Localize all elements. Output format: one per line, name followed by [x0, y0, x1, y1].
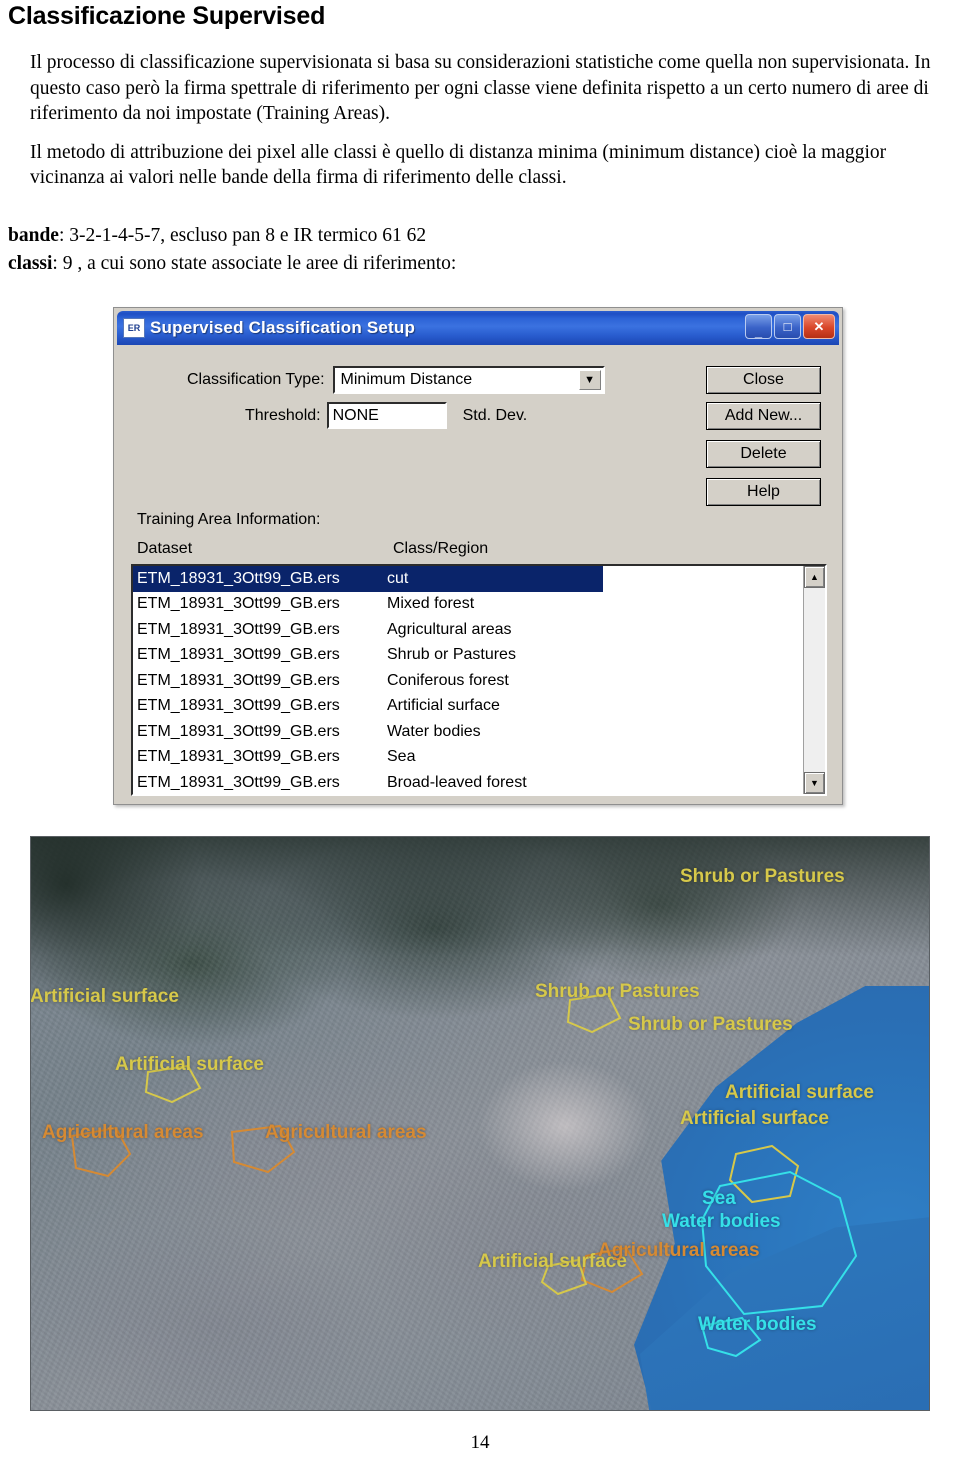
table-row[interactable]: ETM_18931_3Ott99_GB.ers Agricultural area…	[133, 617, 803, 643]
scrollbar-track[interactable]	[804, 588, 825, 772]
satellite-label: Agricultural areas	[42, 1122, 204, 1143]
supervised-classification-dialog: ER Supervised Classification Setup _ □ ✕…	[113, 307, 843, 805]
satellite-image: Shrub or Pastures Artificial surface Shrub…	[30, 836, 930, 1411]
close-window-button[interactable]: ✕	[803, 314, 835, 339]
cell-class-region: Mixed forest	[387, 595, 475, 613]
training-area-list-body[interactable]: ETM_18931_3Ott99_GB.ers cut ETM_18931_3Ott…	[133, 566, 803, 794]
table-row[interactable]: ETM_18931_3Ott99_GB.ers Sea	[133, 745, 803, 771]
satellite-label: Water bodies	[662, 1211, 781, 1232]
classi-value: : 9 , a cui sono state associate le aree…	[52, 253, 457, 274]
threshold-label: Threshold:	[245, 406, 321, 424]
cell-dataset: ETM_18931_3Ott99_GB.ers	[137, 671, 340, 689]
cell-dataset: ETM_18931_3Ott99_GB.ers	[137, 595, 340, 613]
satellite-label: Water bodies	[698, 1314, 817, 1335]
table-row[interactable]: ETM_18931_3Ott99_GB.ers Broad-leaved fore…	[133, 770, 803, 794]
cell-class-region: cut	[387, 569, 409, 587]
minimize-icon: _	[754, 324, 763, 339]
satellite-label: Artificial surface	[30, 986, 179, 1007]
cell-dataset: ETM_18931_3Ott99_GB.ers	[137, 748, 340, 766]
table-row[interactable]: ETM_18931_3Ott99_GB.ers Artificial surfac…	[133, 694, 803, 720]
cell-class-region: Broad-leaved forest	[387, 773, 527, 791]
page-title: Classificazione Supervised	[8, 2, 326, 30]
window-controls: _ □ ✕	[745, 314, 835, 339]
cell-dataset: ETM_18931_3Ott99_GB.ers	[137, 620, 340, 638]
cell-dataset: ETM_18931_3Ott99_GB.ers	[137, 569, 340, 587]
close-icon: ✕	[813, 319, 825, 334]
table-row[interactable]: ETM_18931_3Ott99_GB.ers cut	[133, 566, 603, 592]
table-row[interactable]: ETM_18931_3Ott99_GB.ers Shrub or Pastures	[133, 643, 803, 669]
classi-label: classi	[8, 253, 53, 274]
classification-type-value: Minimum Distance	[340, 371, 473, 388]
help-button[interactable]: Help	[706, 478, 821, 506]
cell-dataset: ETM_18931_3Ott99_GB.ers	[137, 697, 340, 715]
maximize-button[interactable]: □	[774, 314, 801, 339]
cell-class-region: Agricultural areas	[387, 620, 512, 638]
satellite-label: Shrub or Pastures	[680, 866, 845, 887]
threshold-value: NONE	[332, 406, 379, 424]
training-area-section-label: Training Area Information:	[137, 511, 321, 528]
table-row[interactable]: ETM_18931_3Ott99_GB.ers Mixed forest	[133, 592, 803, 618]
satellite-label: Artificial surface	[725, 1082, 874, 1103]
dialog-body: Classification Type: Minimum Distance ▼ …	[117, 348, 839, 801]
paragraph-1: Il processo di classificazione supervisi…	[30, 52, 931, 124]
threshold-input[interactable]: NONE	[326, 402, 447, 429]
delete-button[interactable]: Delete	[706, 440, 821, 468]
paragraph-2: Il metodo di attribuzione dei pixel alle…	[30, 141, 887, 189]
satellite-label: Artificial surface	[115, 1054, 264, 1075]
classification-type-label: Classification Type:	[187, 371, 325, 388]
cell-dataset: ETM_18931_3Ott99_GB.ers	[137, 722, 340, 740]
cell-class-region: Shrub or Pastures	[387, 646, 516, 664]
threshold-row: Threshold: NONE Std. Dev.	[245, 402, 527, 429]
document-page: Classificazione Supervised Il processo d…	[0, 0, 960, 1478]
body-text: Il processo di classificazione supervisi…	[30, 50, 960, 191]
triangle-down-icon[interactable]: ▼	[804, 772, 825, 794]
table-row[interactable]: ETM_18931_3Ott99_GB.ers Water bodies	[133, 719, 803, 745]
cell-class-region: Artificial surface	[387, 697, 500, 715]
bande-label: bande	[8, 225, 59, 246]
cell-class-region: Water bodies	[387, 722, 481, 740]
satellite-label: Artificial surface	[680, 1108, 829, 1129]
satellite-label: Agricultural areas	[265, 1122, 427, 1143]
close-button[interactable]: Close	[706, 366, 821, 394]
cell-dataset: ETM_18931_3Ott99_GB.ers	[137, 773, 340, 791]
cell-class-region: Sea	[387, 748, 416, 766]
bande-line: bande: 3-2-1-4-5-7, escluso pan 8 e IR t…	[8, 222, 708, 250]
cell-dataset: ETM_18931_3Ott99_GB.ers	[137, 646, 340, 664]
classi-line: classi: 9 , a cui sono state associate l…	[8, 250, 708, 278]
page-number: 14	[470, 1432, 490, 1453]
list-scrollbar[interactable]: ▲ ▼	[803, 566, 825, 794]
classification-type-row: Classification Type: Minimum Distance ▼	[187, 366, 605, 394]
satellite-label: Agricultural areas	[598, 1240, 760, 1261]
satellite-label: Shrub or Pastures	[628, 1014, 793, 1035]
training-area-list[interactable]: ETM_18931_3Ott99_GB.ers cut ETM_18931_3Ott…	[131, 564, 827, 796]
bande-value: : 3-2-1-4-5-7, escluso pan 8 e IR termic…	[58, 225, 427, 246]
column-header-dataset: Dataset	[137, 540, 193, 557]
minimize-button[interactable]: _	[745, 314, 772, 339]
column-header-class-region: Class/Region	[393, 540, 489, 557]
table-row[interactable]: ETM_18931_3Ott99_GB.ers Coniferous forest	[133, 668, 803, 694]
bande-classi-block: bande: 3-2-1-4-5-7, escluso pan 8 e IR t…	[8, 222, 708, 278]
std-dev-label: Std. Dev.	[462, 406, 528, 424]
add-new-button[interactable]: Add New...	[706, 402, 821, 430]
dialog-title: Supervised Classification Setup	[150, 318, 416, 337]
dialog-titlebar[interactable]: ER Supervised Classification Setup _ □ ✕	[117, 311, 839, 345]
triangle-up-icon[interactable]: ▲	[804, 566, 825, 588]
maximize-icon: □	[783, 319, 792, 334]
chevron-down-icon[interactable]: ▼	[578, 370, 601, 390]
application-icon: ER	[123, 318, 145, 338]
classification-type-select[interactable]: Minimum Distance ▼	[332, 366, 605, 394]
cell-class-region: Coniferous forest	[387, 671, 509, 689]
satellite-label: Shrub or Pastures	[535, 981, 700, 1002]
satellite-label: Sea	[702, 1188, 736, 1209]
